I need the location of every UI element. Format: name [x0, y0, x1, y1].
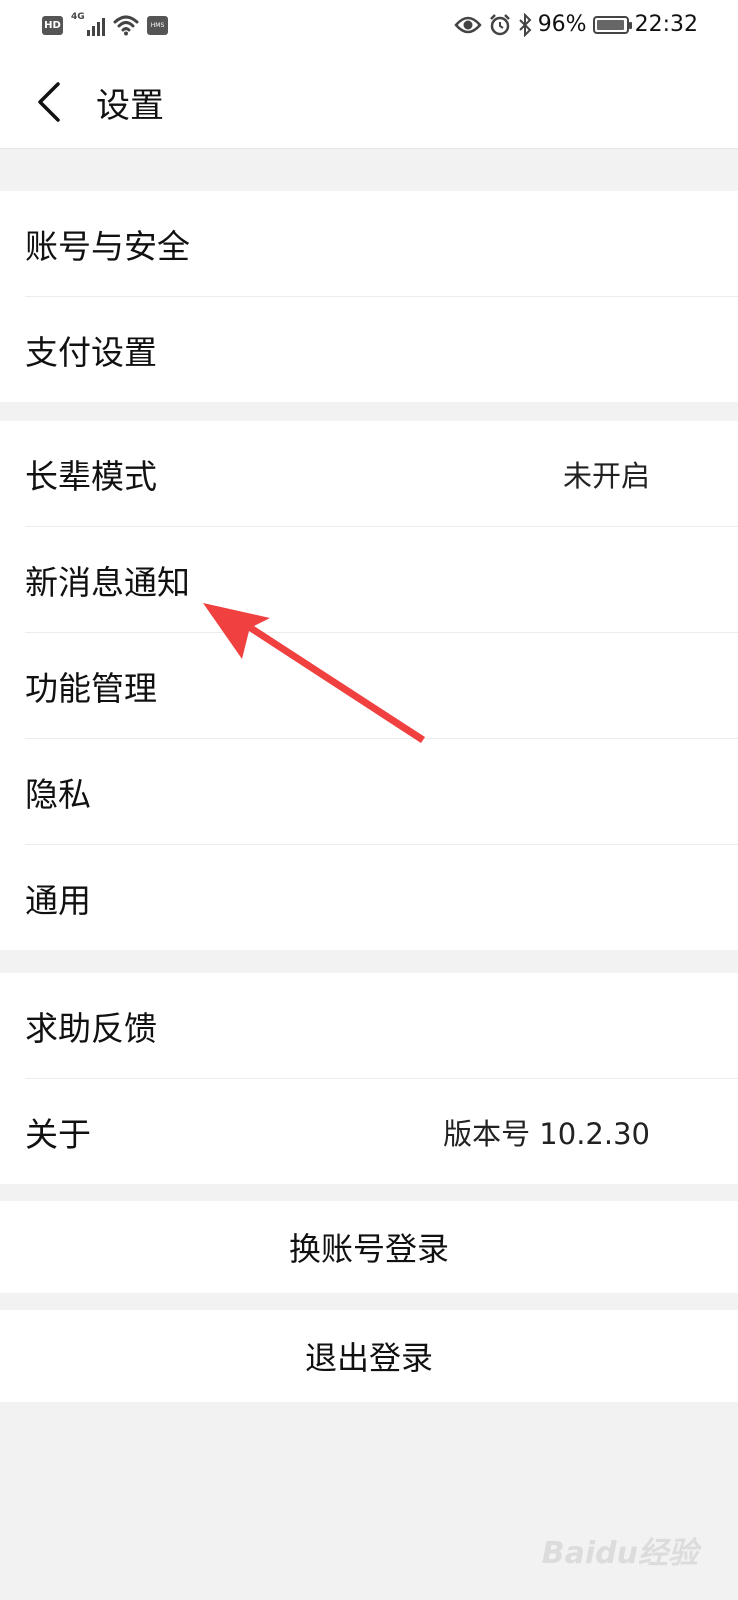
settings-item-label: 长辈模式 — [25, 456, 157, 496]
status-left-icons: HD 4G HMS — [42, 12, 168, 36]
settings-item-about[interactable]: 关于 版本号 10.2.30 — [25, 1079, 738, 1184]
settings-item-label: 隐私 — [25, 774, 91, 814]
cellular-signal-icon: 4G — [71, 12, 105, 36]
settings-item-label: 求助反馈 — [25, 1008, 157, 1048]
clock-time: 22:32 — [634, 12, 698, 37]
status-bar: HD 4G HMS 96% 22:32 — [0, 0, 738, 52]
watermark-logo: Baidu经验 — [541, 1536, 698, 1571]
battery-icon — [592, 15, 632, 34]
hms-icon: HMS — [147, 15, 168, 35]
chevron-left-icon — [38, 82, 60, 122]
bluetooth-icon — [518, 12, 532, 37]
settings-item-privacy[interactable]: 隐私 — [25, 739, 738, 845]
settings-item-label: 支付设置 — [25, 332, 157, 372]
settings-item-help-feedback[interactable]: 求助反馈 — [25, 973, 738, 1079]
switch-account-button[interactable]: 换账号登录 — [0, 1201, 738, 1293]
settings-group-help: 求助反馈 关于 版本号 10.2.30 — [0, 973, 738, 1184]
settings-item-label: 关于 — [25, 1114, 91, 1154]
settings-item-general[interactable]: 通用 — [25, 845, 738, 950]
settings-item-label: 新消息通知 — [25, 562, 190, 602]
settings-group-general: 长辈模式 未开启 新消息通知 功能管理 隐私 通用 — [0, 421, 738, 950]
status-right-icons: 96% 22:32 — [454, 12, 698, 37]
wifi-icon — [113, 15, 139, 36]
settings-group-account: 账号与安全 支付设置 — [0, 191, 738, 402]
settings-item-payment[interactable]: 支付设置 — [25, 297, 738, 402]
alarm-icon — [489, 13, 510, 35]
settings-item-elder-mode[interactable]: 长辈模式 未开启 — [25, 421, 738, 527]
settings-item-account-security[interactable]: 账号与安全 — [25, 191, 738, 297]
battery-percent: 96% — [537, 12, 587, 37]
settings-item-feature-management[interactable]: 功能管理 — [25, 633, 738, 739]
settings-item-notifications[interactable]: 新消息通知 — [25, 527, 738, 633]
logout-button[interactable]: 退出登录 — [0, 1310, 738, 1402]
eye-icon — [454, 16, 482, 33]
nav-bar: 设置 — [0, 52, 738, 149]
page-title: 设置 — [96, 86, 164, 126]
hd-icon: HD — [42, 15, 63, 35]
settings-item-label: 通用 — [25, 880, 91, 920]
back-button[interactable] — [28, 76, 72, 128]
version-number: 版本号 10.2.30 — [443, 1116, 650, 1151]
settings-item-label: 功能管理 — [25, 668, 157, 708]
elder-mode-status: 未开启 — [562, 458, 650, 493]
network-type-label: 4G — [71, 12, 85, 22]
settings-item-label: 账号与安全 — [25, 226, 190, 266]
